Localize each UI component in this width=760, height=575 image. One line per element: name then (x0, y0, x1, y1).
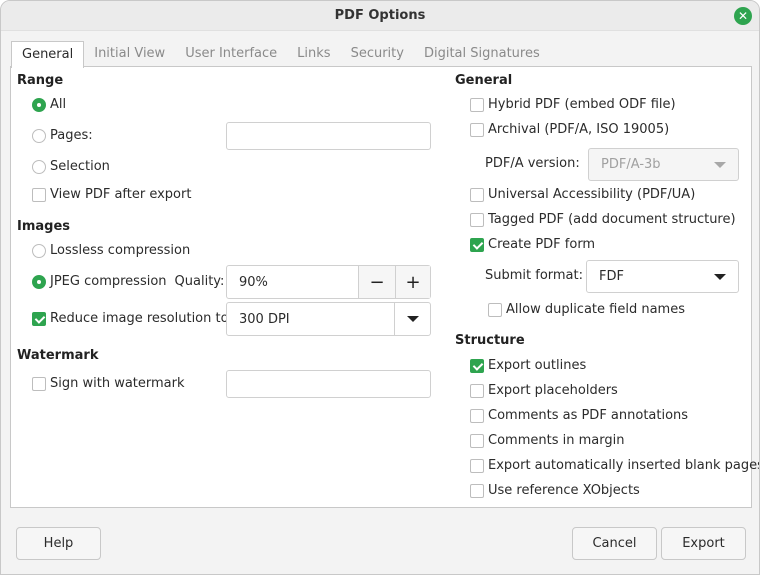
watermark-input[interactable] (226, 370, 431, 398)
resolution-dropdown[interactable]: 300 DPI (226, 302, 431, 336)
export-placeholders-checkbox[interactable] (470, 383, 484, 398)
comments-margin-label: Comments in margin (488, 433, 625, 448)
allow-duplicate-option[interactable]: Allow duplicate field names (488, 302, 685, 317)
chevron-down-icon (406, 316, 419, 322)
reference-xobjects-label: Use reference XObjects (488, 483, 640, 498)
decrement-button[interactable]: − (358, 266, 395, 298)
tab-initial-view[interactable]: Initial View (84, 41, 175, 67)
tagged-pdf-checkbox[interactable] (470, 212, 484, 227)
comments-margin-checkbox[interactable] (470, 433, 484, 448)
hybrid-pdf-label: Hybrid PDF (embed ODF file) (488, 97, 676, 112)
allow-duplicate-label: Allow duplicate field names (506, 302, 685, 317)
tab-user-interface[interactable]: User Interface (175, 41, 287, 67)
create-pdf-form-label: Create PDF form (488, 237, 596, 252)
quality-spinbox[interactable]: 90% − + (226, 265, 431, 299)
hybrid-pdf-option[interactable]: Hybrid PDF (embed ODF file) (470, 97, 676, 112)
archival-checkbox[interactable] (470, 122, 484, 137)
quality-value[interactable]: 90% (227, 275, 268, 290)
tab-links[interactable]: Links (287, 41, 340, 67)
blank-pages-label: Export automatically inserted blank page… (488, 458, 760, 473)
tagged-pdf-option[interactable]: Tagged PDF (add document structure) (470, 212, 736, 227)
universal-accessibility-label: Universal Accessibility (PDF/UA) (488, 187, 696, 202)
pages-label: Pages: (50, 128, 93, 143)
general-heading: General (455, 73, 513, 88)
all-label: All (50, 97, 67, 112)
view-after-export-checkbox[interactable] (32, 187, 46, 202)
cancel-button[interactable]: Cancel (572, 527, 657, 560)
range-all-option[interactable]: All (32, 97, 66, 112)
tagged-pdf-label: Tagged PDF (add document structure) (488, 212, 736, 227)
comments-margin-option[interactable]: Comments in margin (470, 433, 624, 448)
pages-radio[interactable] (32, 128, 46, 143)
view-after-export-option[interactable]: View PDF after export (32, 187, 191, 202)
tab-general[interactable]: General (11, 41, 85, 68)
pdfa-version-label: PDF/A version: (485, 156, 580, 171)
reference-xobjects-checkbox[interactable] (470, 483, 484, 498)
images-heading: Images (17, 219, 71, 234)
resolution-value: 300 DPI (239, 311, 290, 327)
watermark-heading: Watermark (17, 348, 99, 363)
pdfa-version-value: PDF/A-3b (601, 157, 661, 172)
all-radio[interactable] (32, 97, 46, 112)
export-button[interactable]: Export (661, 527, 746, 560)
comments-annotations-checkbox[interactable] (470, 408, 484, 423)
lossless-radio[interactable] (32, 243, 46, 258)
blank-pages-option[interactable]: Export automatically inserted blank page… (470, 458, 760, 473)
general-panel: Range All Pages: Selection View PDF afte… (10, 66, 759, 508)
dropdown-button[interactable] (394, 303, 430, 335)
increment-button[interactable]: + (395, 266, 430, 298)
chevron-down-icon (714, 161, 726, 168)
sign-watermark-checkbox[interactable] (32, 376, 46, 391)
selection-radio[interactable] (32, 159, 46, 174)
reference-xobjects-option[interactable]: Use reference XObjects (470, 483, 640, 498)
quality-label: Quality: (174, 274, 225, 289)
sign-watermark-label: Sign with watermark (50, 376, 185, 391)
hybrid-pdf-checkbox[interactable] (470, 97, 484, 112)
chevron-down-icon (714, 273, 726, 280)
pdfa-version-dropdown: PDF/A-3b (588, 148, 739, 181)
submit-format-dropdown[interactable]: FDF (586, 260, 739, 293)
create-pdf-form-option[interactable]: Create PDF form (470, 237, 595, 252)
tab-security[interactable]: Security (341, 41, 414, 67)
title-bar: PDF Options ✕ (1, 1, 759, 31)
export-placeholders-label: Export placeholders (488, 383, 618, 398)
comments-annotations-label: Comments as PDF annotations (488, 408, 689, 423)
range-heading: Range (17, 73, 64, 88)
export-outlines-checkbox[interactable] (470, 358, 484, 373)
export-placeholders-option[interactable]: Export placeholders (470, 383, 618, 398)
dialog-title: PDF Options (334, 8, 426, 23)
reduce-resolution-checkbox[interactable] (32, 311, 46, 326)
export-outlines-label: Export outlines (488, 358, 587, 373)
sign-watermark-option[interactable]: Sign with watermark (32, 376, 185, 391)
tab-digital-signatures[interactable]: Digital Signatures (414, 41, 550, 67)
range-pages-option[interactable]: Pages: (32, 128, 93, 143)
range-selection-option[interactable]: Selection (32, 159, 110, 174)
blank-pages-checkbox[interactable] (470, 458, 484, 473)
universal-accessibility-checkbox[interactable] (470, 187, 484, 202)
tab-bar: General Initial View User Interface Link… (11, 41, 550, 68)
selection-label: Selection (50, 159, 110, 174)
lossless-label: Lossless compression (50, 243, 191, 258)
reduce-resolution-option[interactable]: Reduce image resolution to: (32, 311, 233, 326)
reduce-resolution-label: Reduce image resolution to: (50, 311, 233, 326)
view-after-export-label: View PDF after export (50, 187, 192, 202)
jpeg-label: JPEG compression (50, 274, 167, 289)
export-outlines-option[interactable]: Export outlines (470, 358, 586, 373)
create-pdf-form-checkbox[interactable] (470, 237, 484, 252)
universal-accessibility-option[interactable]: Universal Accessibility (PDF/UA) (470, 187, 695, 202)
close-icon[interactable]: ✕ (734, 7, 752, 25)
submit-format-label: Submit format: (485, 268, 584, 283)
jpeg-radio[interactable] (32, 274, 46, 289)
pages-input[interactable] (226, 122, 431, 150)
allow-duplicate-checkbox[interactable] (488, 302, 502, 317)
lossless-option[interactable]: Lossless compression (32, 243, 190, 258)
archival-option[interactable]: Archival (PDF/A, ISO 19005) (470, 122, 669, 137)
submit-format-value: FDF (599, 269, 624, 284)
structure-heading: Structure (455, 333, 525, 348)
jpeg-option[interactable]: JPEG compression Quality: (32, 274, 224, 289)
comments-annotations-option[interactable]: Comments as PDF annotations (470, 408, 688, 423)
archival-label: Archival (PDF/A, ISO 19005) (488, 122, 670, 137)
pdf-options-dialog: PDF Options ✕ General Initial View User … (0, 0, 760, 575)
help-button[interactable]: Help (16, 527, 101, 560)
